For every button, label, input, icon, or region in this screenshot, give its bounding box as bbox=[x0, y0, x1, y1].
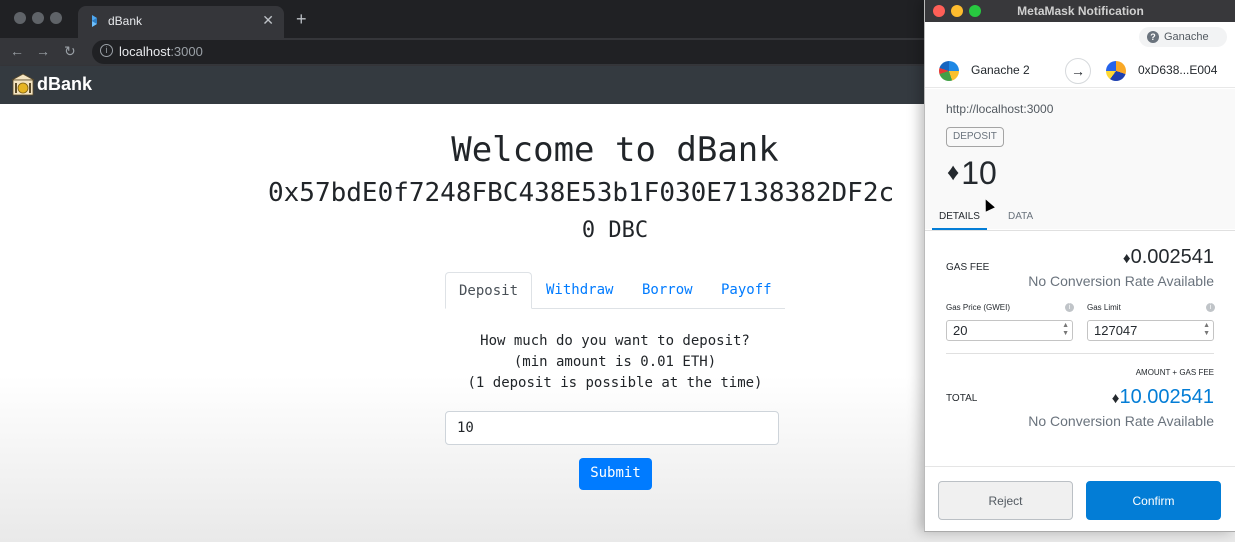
confirm-button[interactable]: Confirm bbox=[1086, 481, 1221, 520]
eth-icon: ♦ bbox=[947, 159, 960, 186]
network-help-icon: ? bbox=[1147, 31, 1159, 43]
account-row: Ganache 2 → 0xD638...E004 bbox=[925, 52, 1235, 88]
ethereum-favicon-icon bbox=[92, 15, 97, 27]
arrow-right-icon: → bbox=[1065, 58, 1091, 84]
site-info-icon[interactable]: i bbox=[100, 44, 113, 57]
deposit-amount-input[interactable]: 10 bbox=[445, 411, 779, 445]
address-bar[interactable]: i localhost:3000 bbox=[92, 40, 992, 64]
gas-fee-conversion: No Conversion Rate Available bbox=[1028, 273, 1214, 289]
action-footer: Reject Confirm bbox=[925, 466, 1235, 531]
brand-name[interactable]: dBank bbox=[37, 74, 92, 95]
new-tab-icon[interactable]: + bbox=[296, 9, 307, 30]
to-account-avatar bbox=[1106, 61, 1126, 81]
bank-logo-icon bbox=[11, 73, 35, 96]
amount-plus-gas-label: AMOUNT + GAS FEE bbox=[1135, 368, 1214, 377]
gas-limit-input[interactable]: 127047 ▲ ▼ bbox=[1087, 320, 1214, 341]
transaction-amount: ♦10 bbox=[947, 155, 997, 191]
network-name: Ganache bbox=[1164, 31, 1209, 43]
from-account-name[interactable]: Ganache 2 bbox=[971, 63, 1030, 77]
window-minimize-dot[interactable] bbox=[32, 12, 44, 24]
tab-details[interactable]: DETAILS bbox=[939, 211, 980, 222]
gas-price-info-icon[interactable]: i bbox=[1065, 303, 1074, 312]
action-tabs: Deposit Withdraw Borrow Payoff bbox=[445, 272, 785, 309]
window-maximize-dot[interactable] bbox=[50, 12, 62, 24]
gas-divider bbox=[946, 353, 1214, 354]
reload-icon[interactable]: ↻ bbox=[64, 43, 76, 60]
total-label: TOTAL bbox=[946, 393, 978, 404]
mouse-cursor-icon bbox=[981, 197, 995, 212]
tab-borrow[interactable]: Borrow bbox=[629, 272, 706, 309]
to-account-address[interactable]: 0xD638...E004 bbox=[1138, 63, 1217, 77]
submit-button[interactable]: Submit bbox=[579, 458, 652, 490]
gas-limit-stepper-icon[interactable]: ▲ ▼ bbox=[1203, 322, 1210, 338]
origin-url: http://localhost:3000 bbox=[946, 102, 1054, 116]
back-icon[interactable]: ← bbox=[10, 43, 24, 59]
gas-fee-label: GAS FEE bbox=[946, 262, 990, 273]
total-conversion: No Conversion Rate Available bbox=[1028, 413, 1214, 429]
network-selector[interactable]: ? Ganache bbox=[1139, 27, 1227, 47]
account-address: 0x57bdE0f7248FBC438E53b1F030E7138382DF2c bbox=[268, 178, 895, 208]
url-text: localhost:3000 bbox=[119, 44, 203, 59]
window-close-dot[interactable] bbox=[14, 12, 26, 24]
transaction-summary: http://localhost:3000 DEPOSIT ♦10 bbox=[925, 89, 1235, 229]
tabs-divider bbox=[925, 230, 1235, 231]
tab-deposit[interactable]: Deposit bbox=[445, 272, 533, 309]
metamask-window-title: MetaMask Notification bbox=[1017, 4, 1144, 18]
forward-icon[interactable]: → bbox=[36, 43, 50, 59]
tab-close-icon[interactable]: ✕ bbox=[262, 12, 274, 29]
browser-tab-dbank[interactable]: dBank ✕ bbox=[78, 6, 284, 38]
tab-title: dBank bbox=[108, 14, 143, 28]
reject-button[interactable]: Reject bbox=[938, 481, 1073, 520]
gas-price-input[interactable]: 20 ▲ ▼ bbox=[946, 320, 1073, 341]
gas-limit-info-icon[interactable]: i bbox=[1206, 303, 1215, 312]
tab-payoff[interactable]: Payoff bbox=[708, 272, 785, 309]
gas-price-label: Gas Price (GWEI) bbox=[946, 303, 1011, 312]
from-account-avatar bbox=[939, 61, 959, 81]
method-badge: DEPOSIT bbox=[946, 127, 1004, 147]
gas-fee-value: ♦0.002541 bbox=[1122, 246, 1214, 268]
gas-limit-label: Gas Limit bbox=[1087, 303, 1121, 312]
tab-withdraw[interactable]: Withdraw bbox=[533, 272, 626, 309]
tab-data[interactable]: DATA bbox=[1008, 211, 1033, 222]
gas-price-stepper-icon[interactable]: ▲ ▼ bbox=[1062, 322, 1069, 338]
metamask-window: MetaMask Notification ? Ganache Ganache … bbox=[924, 0, 1235, 532]
total-value: ♦10.002541 bbox=[1111, 386, 1214, 408]
metamask-titlebar: MetaMask Notification bbox=[925, 0, 1235, 22]
